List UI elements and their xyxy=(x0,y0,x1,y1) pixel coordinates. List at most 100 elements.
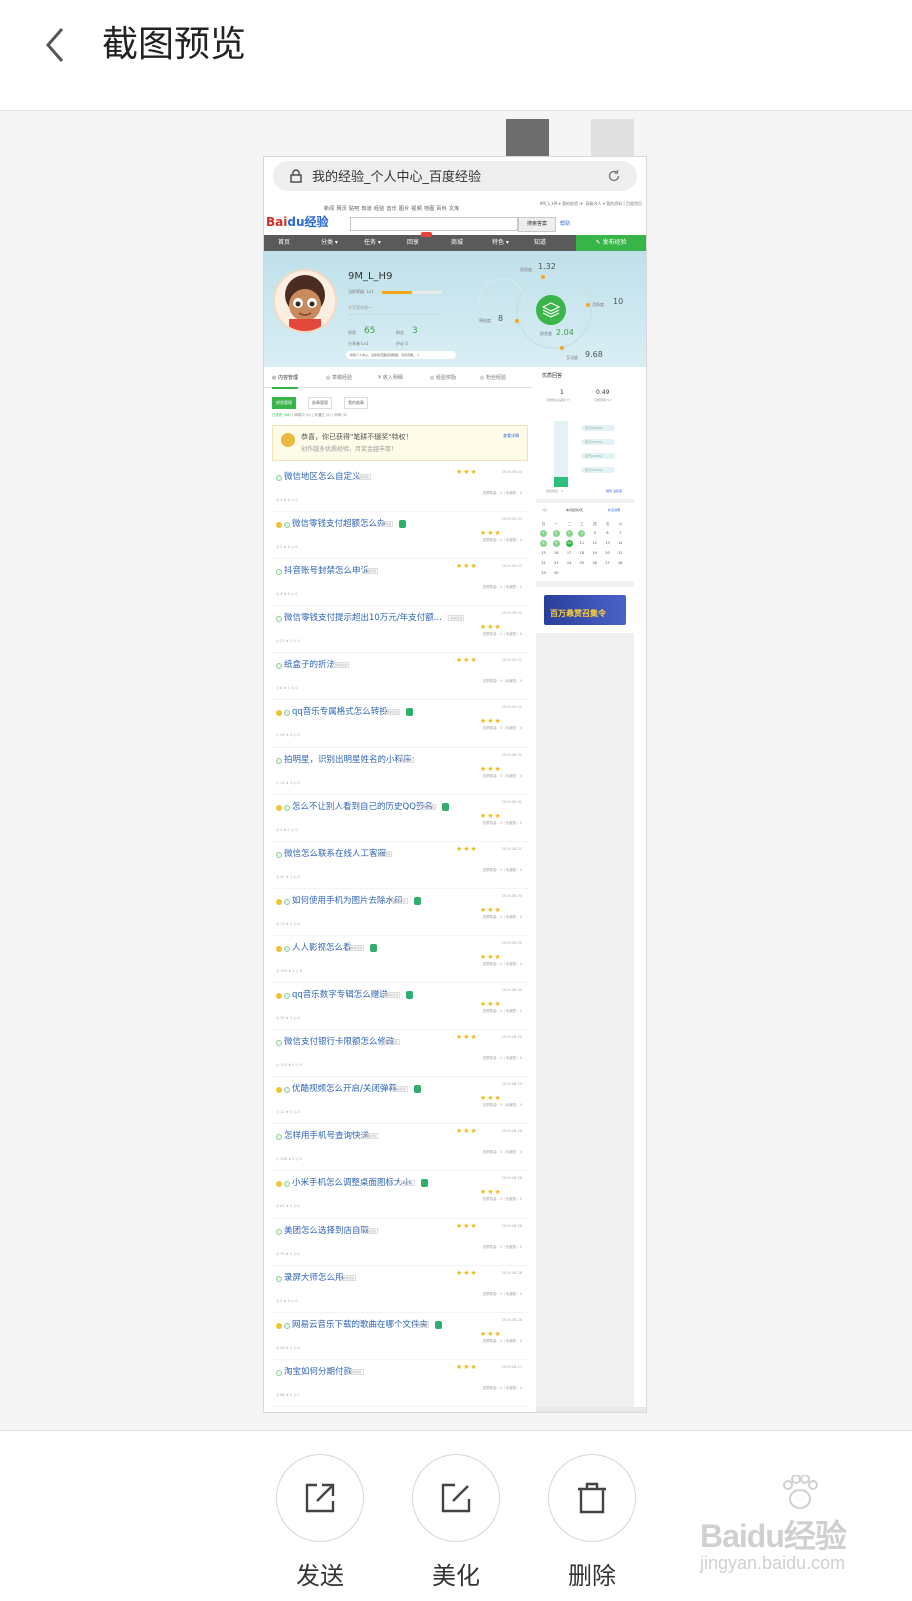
calendar-day[interactable]: 28 xyxy=(617,560,624,567)
calendar-day[interactable]: 21 xyxy=(617,550,624,557)
list-item[interactable]: 纸盒子的折法 精编经验 ★★★ 2019-09-02 投票数量：0 | 收藏数：0 ◎ 8… xyxy=(272,653,528,701)
nav-share[interactable]: 回享 xyxy=(407,235,419,251)
screenshot-preview[interactable]: 我的经验_个人中心_百度经验 Baidu经验 新闻 网页 贴吧 知道 经验 音乐… xyxy=(263,156,647,1413)
article-title[interactable]: qq音乐专属格式怎么转换 xyxy=(292,705,388,717)
calendar-day[interactable]: 13 xyxy=(604,540,611,547)
tab-content[interactable]: ◎ 内容管理 xyxy=(272,369,298,389)
search-button[interactable]: 搜索答案 xyxy=(518,217,556,232)
send-button[interactable]: 发送 xyxy=(275,1454,365,1591)
calendar-day[interactable]: 22 xyxy=(540,560,547,567)
article-title[interactable]: 微信怎么联系在线人工客服 xyxy=(284,847,386,859)
list-item[interactable]: 微信支付银行卡限额怎么修改 精编经验 ★★★ 2019-08-29 投票数量：0 | 收… xyxy=(272,1030,528,1078)
calendar-day[interactable]: 24 xyxy=(566,560,573,567)
subtab-manage[interactable]: 经验管理 xyxy=(272,397,296,409)
delete-button[interactable]: 删除 xyxy=(547,1454,637,1591)
list-item[interactable]: 网易云音乐下载的歌曲在哪个文件夹 精编经验 ★★★ 2019-08-28 投票数量：0 … xyxy=(272,1313,528,1360)
list-item[interactable]: 人人影视怎么看 精编经验 ★★★ 2019-08-30 投票数量：0 | 收藏数：0 ◎ … xyxy=(272,936,528,984)
nav-home[interactable]: 首页 xyxy=(278,235,290,251)
nav-zhidao[interactable]: 知道 xyxy=(534,235,546,251)
beautify-button[interactable]: 美化 xyxy=(411,1454,501,1591)
calendar-help[interactable]: 补签说明 xyxy=(608,508,620,512)
article-title[interactable]: 微信零钱支付提示超出10万元/年支付额... xyxy=(284,611,442,623)
filter-reviewing[interactable]: 审核中 (0) xyxy=(294,413,311,417)
help-link[interactable]: 帮助 xyxy=(560,220,570,227)
notice-tip[interactable]: 新版个人中心，全新的页面经验数据，请去查看。 × xyxy=(346,351,456,359)
nav-features[interactable]: 特色 ▾ xyxy=(492,235,509,251)
calendar-day[interactable]: 7 xyxy=(617,530,624,537)
calendar-day[interactable]: 25 xyxy=(578,560,585,567)
calendar-day[interactable]: 18 xyxy=(578,550,585,557)
signature[interactable]: 写写签名吧~ xyxy=(348,305,371,311)
calendar-day[interactable]: 26 xyxy=(591,560,598,567)
list-item[interactable]: 录屏大师怎么用 精编经验 ★★★ 2019-08-28 投票数量：0 | 收藏数：0 ◎ … xyxy=(272,1266,528,1313)
user-links[interactable]: 9M_L_H9 ▾ 我的经验 📧 高级名人 ▾ 我的资料 | 百度首页 xyxy=(540,201,642,207)
article-title[interactable]: 如何使用手机为图片去除水印 xyxy=(292,894,403,906)
calendar-day[interactable]: 30 xyxy=(553,570,560,577)
article-title[interactable]: 美团怎么选择到店自取 xyxy=(284,1224,369,1236)
article-title[interactable]: 微信零钱支付超额怎么办 xyxy=(292,517,386,529)
list-item[interactable]: 淘宝如何分期付款 精编经验 ★★★ 2019-08-27 投票数量：0 | 收藏数：0 ◎… xyxy=(272,1360,528,1407)
calendar-day[interactable]: 14 xyxy=(617,540,624,547)
article-title[interactable]: 抖音账号封禁怎么申诉 xyxy=(284,564,369,576)
nav-tasks[interactable]: 任务 ▾ xyxy=(364,235,381,251)
filter-published[interactable]: 已发布 (48) xyxy=(272,413,291,417)
article-title[interactable]: 微信地区怎么自定义 xyxy=(284,470,361,482)
tab-rewards[interactable]: ◎ 经验奖励 xyxy=(430,369,456,387)
filter-rejected[interactable]: 未通过 (0) xyxy=(314,413,331,417)
article-title[interactable]: 纸盒子的折法 xyxy=(284,658,335,670)
nav-mall[interactable]: 商城 xyxy=(451,235,463,251)
calendar-day[interactable]: 16 xyxy=(553,550,560,557)
calendar-day[interactable]: 3 xyxy=(565,530,573,537)
calendar-day[interactable]: 8 xyxy=(540,540,547,547)
calendar-day[interactable]: 9 xyxy=(552,540,560,547)
search-input[interactable] xyxy=(350,217,518,231)
publish-button[interactable]: ✎ 发布经验 xyxy=(576,235,646,251)
list-item[interactable]: qq音乐专属格式怎么转换 精编经验 ★★★ 2019-09-02 投票数量：0 | 收藏… xyxy=(272,700,528,748)
calendar-day[interactable]: 5 xyxy=(591,530,598,537)
calendar-day[interactable]: 2 xyxy=(552,530,560,537)
top-links[interactable]: 新闻 网页 贴吧 知道 经验 音乐 图片 视频 地图 百科 文库 xyxy=(324,205,460,212)
list-item[interactable]: 微信零钱支付超额怎么办 精编经验 ★★★ 2019-09-03 投票数量：0 | 收藏数… xyxy=(272,512,528,560)
nav-category[interactable]: 分类 ▾ xyxy=(321,235,338,251)
list-item[interactable]: 美团怎么选择到店自取 精编经验 ★★★ 2019-08-28 投票数量：0 | 收藏数：… xyxy=(272,1219,528,1266)
list-item[interactable]: 小米手机怎么调整桌面图标大小 精编经验 ★★★ 2019-08-28 投票数量：0 | … xyxy=(272,1171,528,1219)
article-title[interactable]: 优酷视频怎么开启/关闭弹幕 xyxy=(292,1082,397,1094)
filter-apply[interactable]: 申请 (0) xyxy=(334,413,347,417)
tab-drafts[interactable]: ◎ 草稿经验 xyxy=(326,369,352,387)
calendar-day[interactable]: 11 xyxy=(578,540,585,547)
article-title[interactable]: 微信支付银行卡限额怎么修改 xyxy=(284,1035,395,1047)
article-title[interactable]: 怎样用手机号查询快递 xyxy=(284,1129,369,1141)
back-button[interactable] xyxy=(30,20,80,70)
article-title[interactable]: qq音乐数字专辑怎么赠送 xyxy=(292,988,388,1000)
congrats-link[interactable]: 查看详情 xyxy=(503,433,519,439)
calendar-day[interactable]: 15 xyxy=(540,550,547,557)
calendar-day[interactable]: 17 xyxy=(566,550,573,557)
list-item[interactable]: 抖音账号封禁怎么申诉 精编经验 ★★★ 2019-09-03 投票数量：0 | 收藏数：… xyxy=(272,559,528,607)
list-item[interactable]: 优酷视频怎么开启/关闭弹幕 精编经验 ★★★ 2019-08-29 投票数量：0 | 收… xyxy=(272,1077,528,1125)
calendar-day[interactable]: 27 xyxy=(604,560,611,567)
list-item[interactable]: 怎么不让别人看到自己的历史QQ签名 精编经验 ★★★ 2019-08-31 投票数量：0… xyxy=(272,795,528,842)
subtab-badge-manage[interactable]: 勋章管理 xyxy=(308,397,332,409)
list-item[interactable]: 微信零钱支付提示超出10万元/年支付额... 精编经验 ★★★ 2019-09-02 投… xyxy=(272,606,528,654)
list-item[interactable]: 怎样用手机号查询快递 精编经验 ★★★ 2019-08-28 投票数量：0 | 收藏数：… xyxy=(272,1124,528,1172)
article-title[interactable]: 拍明星，识别出明星姓名的小程序 xyxy=(284,753,412,765)
calendar-day[interactable]: 20 xyxy=(604,550,611,557)
calendar-day[interactable]: 19 xyxy=(591,550,598,557)
article-title[interactable]: 怎么不让别人看到自己的历史QQ签名 xyxy=(292,800,433,812)
calendar-day[interactable]: 1 xyxy=(540,530,547,537)
list-item[interactable]: 如何使用手机为图片去除水印 精编经验 ★★★ 2019-08-30 投票数量：0 | 收… xyxy=(272,889,528,936)
article-title[interactable]: 淘宝如何分期付款 xyxy=(284,1365,352,1377)
tab-income[interactable]: ¥ 收入明细 xyxy=(378,369,403,387)
article-title[interactable]: 小米手机怎么调整桌面图标大小 xyxy=(292,1176,411,1188)
subtab-my-badges[interactable]: 我的勋章 xyxy=(344,397,368,409)
list-item[interactable]: 微信怎么联系在线人工客服 精编经验 ★★★ 2019-08-31 投票数量：0 | 收藏… xyxy=(272,842,528,889)
ad-banner[interactable]: 百万悬赏召集令 xyxy=(544,595,626,625)
calendar-day[interactable]: 10 xyxy=(565,540,573,547)
list-item[interactable]: qq音乐数字专辑怎么赠送 精编经验 ★★★ 2019-08-30 投票数量：0 | 收藏… xyxy=(272,983,528,1031)
calendar-day[interactable]: 29 xyxy=(540,570,547,577)
calendar-day[interactable]: 6 xyxy=(604,530,611,537)
article-title[interactable]: 网易云音乐下载的歌曲在哪个文件夹 xyxy=(292,1318,428,1330)
tab-fans[interactable]: ◎ 粉丝经验 xyxy=(480,369,506,387)
calendar-day[interactable]: 12 xyxy=(591,540,598,547)
avatar[interactable] xyxy=(273,269,337,333)
